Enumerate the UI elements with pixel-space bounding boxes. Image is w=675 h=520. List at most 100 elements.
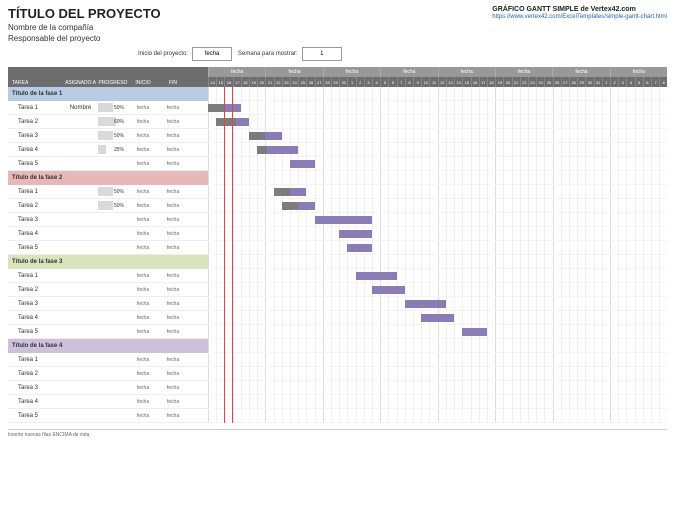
task-name[interactable]: Tarea 4 [8, 231, 63, 237]
gantt-bar-done[interactable] [274, 188, 290, 196]
task-name[interactable]: Tarea 3 [8, 217, 63, 223]
week-display-input[interactable]: 1 [302, 47, 342, 61]
gantt-bar-remaining[interactable] [356, 272, 397, 280]
gantt-bar-remaining[interactable] [290, 188, 306, 196]
task-name[interactable]: Tarea 4 [8, 399, 63, 405]
task-start-date[interactable]: fecha [128, 119, 158, 125]
task-progress[interactable] [98, 325, 128, 338]
task-start-date[interactable]: fecha [128, 273, 158, 279]
gantt-bar-remaining[interactable] [236, 118, 249, 126]
task-end-date[interactable]: fecha [158, 217, 188, 223]
task-name[interactable]: Tarea 1 [8, 189, 63, 195]
task-progress[interactable] [98, 311, 128, 324]
task-start-date[interactable]: fecha [128, 133, 158, 139]
task-progress[interactable]: 50% [98, 185, 128, 198]
task-assigned[interactable]: Nombre [63, 105, 98, 111]
task-name[interactable]: Tarea 1 [8, 273, 63, 279]
task-start-date[interactable]: fecha [128, 301, 158, 307]
task-end-date[interactable]: fecha [158, 273, 188, 279]
task-progress[interactable] [98, 213, 128, 226]
task-name[interactable]: Tarea 5 [8, 413, 63, 419]
task-start-date[interactable]: fecha [128, 189, 158, 195]
task-name[interactable]: Tarea 5 [8, 329, 63, 335]
task-start-date[interactable]: fecha [128, 329, 158, 335]
task-start-date[interactable]: fecha [128, 357, 158, 363]
project-start-input[interactable]: fecha [192, 47, 232, 61]
task-start-date[interactable]: fecha [128, 147, 158, 153]
task-start-date[interactable]: fecha [128, 217, 158, 223]
task-name[interactable]: Tarea 2 [8, 119, 63, 125]
task-start-date[interactable]: fecha [128, 399, 158, 405]
task-name[interactable]: Tarea 2 [8, 203, 63, 209]
task-end-date[interactable]: fecha [158, 231, 188, 237]
task-progress[interactable] [98, 395, 128, 408]
task-end-date[interactable]: fecha [158, 161, 188, 167]
task-name[interactable]: Tarea 2 [8, 287, 63, 293]
task-end-date[interactable]: fecha [158, 357, 188, 363]
task-name[interactable]: Tarea 4 [8, 147, 63, 153]
task-progress[interactable] [98, 381, 128, 394]
gantt-bar-remaining[interactable] [372, 286, 405, 294]
task-progress[interactable] [98, 353, 128, 366]
task-start-date[interactable]: fecha [128, 161, 158, 167]
gantt-bar-remaining[interactable] [339, 230, 372, 238]
task-name[interactable]: Tarea 5 [8, 245, 63, 251]
task-progress[interactable]: 50% [98, 129, 128, 142]
task-end-date[interactable]: fecha [158, 189, 188, 195]
task-start-date[interactable]: fecha [128, 371, 158, 377]
gantt-bar-remaining[interactable] [224, 104, 240, 112]
gantt-bar-done[interactable] [216, 118, 236, 126]
gantt-bar-remaining[interactable] [265, 132, 281, 140]
task-progress[interactable] [98, 283, 128, 296]
task-end-date[interactable]: fecha [158, 413, 188, 419]
task-start-date[interactable]: fecha [128, 315, 158, 321]
task-end-date[interactable]: fecha [158, 371, 188, 377]
task-progress[interactable]: 25% [98, 143, 128, 156]
task-progress[interactable] [98, 227, 128, 240]
gantt-bar-remaining[interactable] [298, 202, 314, 210]
task-progress[interactable] [98, 409, 128, 422]
gantt-bar-remaining[interactable] [347, 244, 372, 252]
task-progress[interactable]: 60% [98, 115, 128, 128]
task-name[interactable]: Tarea 1 [8, 357, 63, 363]
task-end-date[interactable]: fecha [158, 399, 188, 405]
task-progress[interactable] [98, 297, 128, 310]
task-end-date[interactable]: fecha [158, 203, 188, 209]
task-progress[interactable]: 50% [98, 101, 128, 114]
task-name[interactable]: Tarea 3 [8, 385, 63, 391]
gantt-bar-remaining[interactable] [405, 300, 446, 308]
gantt-bar-remaining[interactable] [315, 216, 372, 224]
task-name[interactable]: Tarea 1 [8, 105, 63, 111]
task-start-date[interactable]: fecha [128, 105, 158, 111]
task-end-date[interactable]: fecha [158, 105, 188, 111]
task-end-date[interactable]: fecha [158, 133, 188, 139]
task-end-date[interactable]: fecha [158, 245, 188, 251]
gantt-bar-remaining[interactable] [421, 314, 454, 322]
task-name[interactable]: Tarea 3 [8, 133, 63, 139]
task-name[interactable]: Tarea 5 [8, 161, 63, 167]
task-start-date[interactable]: fecha [128, 385, 158, 391]
task-start-date[interactable]: fecha [128, 287, 158, 293]
task-end-date[interactable]: fecha [158, 287, 188, 293]
task-progress[interactable] [98, 367, 128, 380]
task-progress[interactable]: 50% [98, 199, 128, 212]
gantt-bar-remaining[interactable] [290, 160, 315, 168]
task-end-date[interactable]: fecha [158, 315, 188, 321]
task-start-date[interactable]: fecha [128, 203, 158, 209]
gantt-bar-remaining[interactable] [462, 328, 487, 336]
task-progress[interactable] [98, 241, 128, 254]
gantt-bar-done[interactable] [249, 132, 265, 140]
task-end-date[interactable]: fecha [158, 385, 188, 391]
task-end-date[interactable]: fecha [158, 301, 188, 307]
gantt-bar-done[interactable] [282, 202, 298, 210]
task-end-date[interactable]: fecha [158, 329, 188, 335]
task-end-date[interactable]: fecha [158, 147, 188, 153]
task-progress[interactable] [98, 157, 128, 170]
task-name[interactable]: Tarea 2 [8, 371, 63, 377]
gantt-bar-remaining[interactable] [267, 146, 298, 154]
task-start-date[interactable]: fecha [128, 231, 158, 237]
task-start-date[interactable]: fecha [128, 245, 158, 251]
gantt-bar-done[interactable] [257, 146, 267, 154]
gantt-bar-done[interactable] [208, 104, 224, 112]
task-start-date[interactable]: fecha [128, 413, 158, 419]
